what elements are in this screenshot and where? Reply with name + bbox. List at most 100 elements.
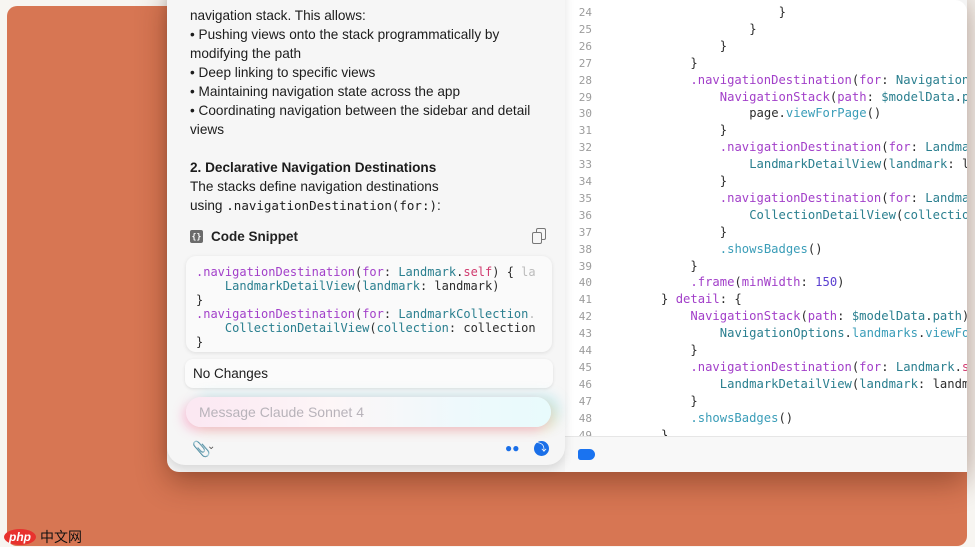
line-number: 34 bbox=[578, 175, 592, 188]
code-token: : bbox=[881, 359, 896, 374]
code-snippet-header: {} Code Snippet bbox=[190, 229, 298, 244]
code-line: CollectionDetailView(collectio bbox=[749, 208, 967, 222]
code-token: detail bbox=[675, 292, 720, 307]
code-token: : l bbox=[947, 157, 967, 172]
code-token: } bbox=[778, 5, 786, 19]
code-token: ( bbox=[881, 140, 889, 155]
code-token: ) { bbox=[492, 265, 522, 279]
code-line: .navigationDestination(for: Landmark.s bbox=[690, 360, 967, 374]
code-token: ( bbox=[881, 190, 889, 205]
editor-status-bar bbox=[565, 436, 967, 472]
code-token: for bbox=[362, 265, 384, 279]
code-token: : landm bbox=[917, 376, 967, 391]
message-line: • Pushing views onto the stack programma… bbox=[190, 27, 500, 42]
bolt-icon[interactable]: ⤵ bbox=[534, 441, 549, 456]
code-token: NavigationStack bbox=[690, 309, 801, 324]
code-token: } bbox=[196, 293, 204, 307]
chevron-down-icon[interactable]: ⌄ bbox=[207, 441, 215, 452]
message-line: • Maintaining navigation state across th… bbox=[190, 84, 461, 99]
code-line: .showsBadges() bbox=[720, 242, 823, 256]
code-token: p bbox=[961, 89, 967, 104]
line-number: 24 bbox=[578, 6, 592, 19]
code-token: for bbox=[859, 359, 882, 374]
code-token: } bbox=[719, 123, 728, 138]
code-token: .navigationDestination bbox=[690, 72, 852, 87]
message-input[interactable]: Message Claude Sonnet 4 bbox=[186, 397, 551, 427]
code-token: CollectionDetailView bbox=[224, 321, 370, 335]
line-number: 40 bbox=[578, 276, 592, 290]
message-line: navigation stack. This allows: bbox=[190, 8, 366, 23]
code-token: landmark bbox=[362, 279, 420, 293]
code-token: } bbox=[690, 343, 698, 357]
line-number: 28 bbox=[578, 73, 592, 87]
binoculars-icon[interactable]: ●● bbox=[505, 441, 520, 455]
chat-panel: navigation stack. This allows: • Pushing … bbox=[167, 0, 565, 465]
line-number: 29 bbox=[578, 90, 592, 104]
snippet-line: LandmarkDetailView(landmark: landmark) bbox=[196, 279, 552, 293]
code-token: . bbox=[954, 89, 962, 104]
line-number: 36 bbox=[578, 208, 592, 222]
code-line: } bbox=[720, 174, 727, 188]
snippet-line: } bbox=[196, 293, 552, 307]
snippet-line: } bbox=[196, 335, 552, 349]
code-token: ( bbox=[369, 321, 377, 335]
code-snippet: .navigationDestination(for: Landmark.sel… bbox=[186, 256, 552, 352]
line-number: 31 bbox=[578, 124, 592, 138]
line-number: 25 bbox=[578, 22, 592, 36]
code-token: Landma bbox=[925, 140, 967, 155]
code-token: ) bbox=[962, 309, 967, 323]
line-number: 44 bbox=[578, 344, 592, 357]
line-number: 33 bbox=[578, 158, 592, 172]
code-line: } bbox=[720, 123, 727, 137]
code-token: .navigationDestination bbox=[196, 307, 355, 321]
code-token: LandmarkDetailView bbox=[719, 376, 852, 391]
code-line: LandmarkDetailView(landmark: l bbox=[749, 157, 967, 171]
paragraph-2: using .navigationDestination(for:): bbox=[190, 196, 540, 215]
code-token: : { bbox=[719, 292, 742, 307]
line-number: 48 bbox=[578, 411, 592, 425]
code-token: : bbox=[383, 265, 399, 279]
code-token: .navigationDestination bbox=[196, 265, 355, 279]
inline-code: .navigationDestination(for:) bbox=[226, 198, 437, 213]
code-token: : landmark) bbox=[419, 279, 500, 293]
code-line: } bbox=[690, 394, 697, 408]
code-token: : bbox=[800, 275, 816, 290]
code-token: path bbox=[837, 89, 867, 104]
watermark-logo: php bbox=[4, 529, 36, 545]
changes-status[interactable]: No Changes bbox=[185, 359, 553, 388]
code-token: () bbox=[866, 106, 882, 121]
code-token: : bbox=[881, 72, 896, 87]
copy-icon[interactable] bbox=[532, 228, 546, 245]
code-token: . bbox=[954, 359, 962, 374]
line-number: 42 bbox=[578, 310, 592, 324]
code-token: minWidth bbox=[741, 275, 801, 290]
snippet-line: CollectionDetailView(collection: collect… bbox=[196, 321, 552, 335]
code-token: NavigationOptions bbox=[719, 326, 845, 341]
code-editor[interactable]: 24} 25} 26} 27} 28 .navigationDestination(for… bbox=[565, 0, 967, 436]
code-token: for bbox=[859, 72, 882, 87]
code-token: for bbox=[888, 190, 911, 205]
code-token: : collection bbox=[448, 321, 536, 335]
line-number: 35 bbox=[578, 191, 592, 205]
code-token: ) bbox=[837, 275, 845, 290]
code-token: } bbox=[661, 292, 676, 307]
line-number: 26 bbox=[578, 39, 592, 53]
code-token: viewFo bbox=[925, 326, 967, 341]
code-token: . bbox=[925, 309, 933, 324]
code-token: } bbox=[749, 21, 757, 36]
code-token: 150 bbox=[815, 275, 838, 290]
code-token: path bbox=[807, 309, 838, 324]
code-token: } bbox=[690, 258, 698, 273]
code-token: .navigationDestination bbox=[719, 190, 882, 205]
watermark: php 中文网 bbox=[4, 527, 82, 547]
code-token: collection bbox=[376, 321, 449, 335]
message-line: • Deep linking to specific views bbox=[190, 65, 376, 80]
tag-icon[interactable] bbox=[578, 449, 595, 460]
code-line: } bbox=[720, 225, 727, 239]
code-line: } bbox=[690, 259, 697, 273]
code-token: : bbox=[837, 309, 852, 324]
code-token: . bbox=[528, 307, 536, 321]
code-token: s bbox=[961, 359, 967, 374]
code-token: for bbox=[362, 307, 384, 321]
code-token: .navigationDestination bbox=[690, 359, 852, 374]
